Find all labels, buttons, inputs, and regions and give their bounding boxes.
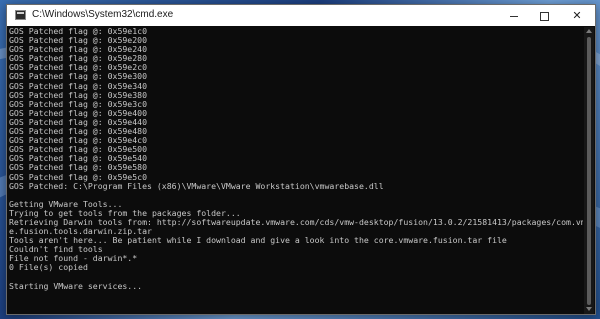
maximize-icon <box>539 11 549 21</box>
minimize-icon <box>510 15 518 17</box>
cmd-icon <box>15 10 26 20</box>
scroll-down-arrow-icon[interactable] <box>586 307 592 311</box>
vertical-scrollbar[interactable] <box>584 27 594 314</box>
close-button[interactable]: ✕ <box>562 5 592 26</box>
scroll-up-arrow-icon[interactable] <box>586 29 592 33</box>
maximize-button[interactable] <box>529 5 559 26</box>
minimize-button[interactable] <box>499 5 529 26</box>
title-bar[interactable]: C:\Windows\System32\cmd.exe ✕ <box>7 5 595 26</box>
console-output[interactable]: GOS Patched flag @: 0x59e1c0 GOS Patched … <box>9 27 583 312</box>
cmd-window: C:\Windows\System32\cmd.exe ✕ GOS Patche… <box>6 4 596 315</box>
console-line: GOS Patched: C:\Program Files (x86)\VMwa… <box>9 180 384 191</box>
console-line: 0 File(s) copied <box>9 262 88 273</box>
console-line: File not found - darwin*.* <box>9 253 138 264</box>
window-title: C:\Windows\System32\cmd.exe <box>32 9 174 20</box>
close-icon: ✕ <box>572 9 582 22</box>
scroll-thumb[interactable] <box>587 37 591 305</box>
console-line: Starting VMware services... <box>9 280 143 291</box>
